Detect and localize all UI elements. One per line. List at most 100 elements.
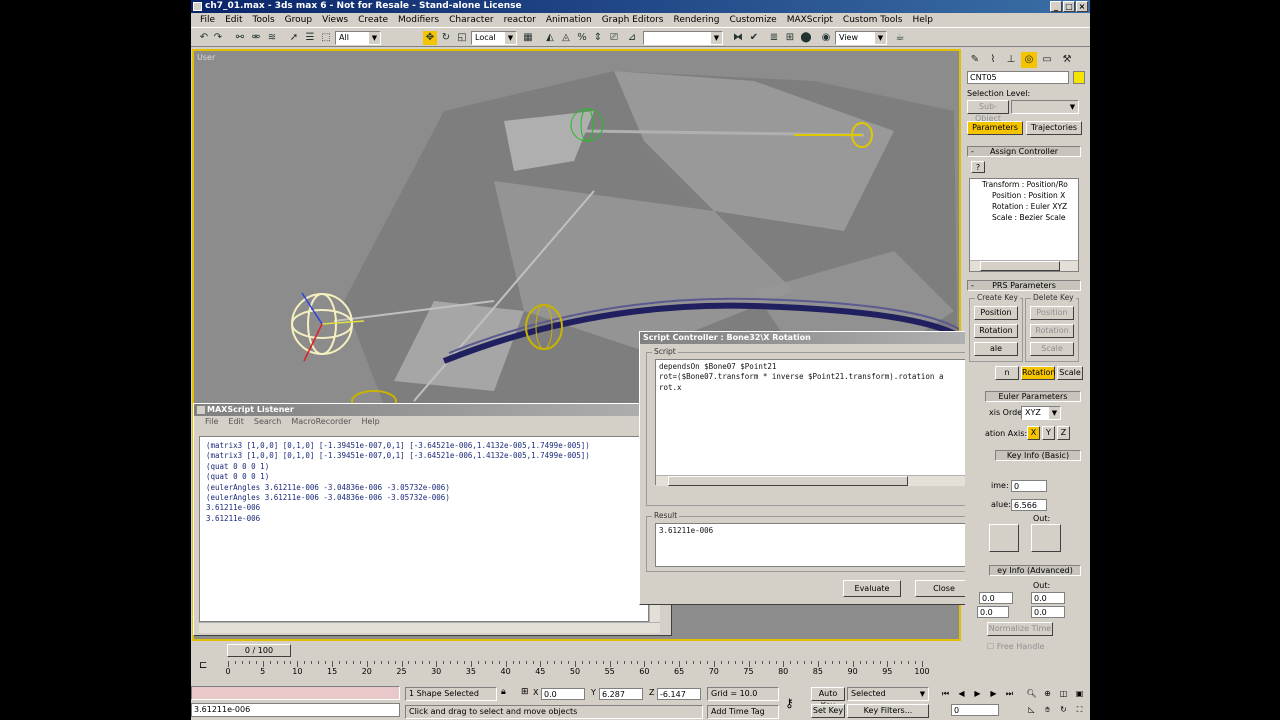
y-coordinate-field[interactable]: 6.287 [599, 688, 643, 700]
adv-in-field-2[interactable]: 0.0 [977, 606, 1009, 618]
subobject-button[interactable]: Sub-Object [967, 100, 1009, 123]
render-type-dropdown[interactable]: View ▼ [835, 31, 887, 45]
dialog-title-bar[interactable]: Script Controller : Bone32\X Rotation [640, 332, 991, 344]
delete-scale-key-button[interactable]: Scale [1030, 342, 1074, 356]
utilities-tab-icon[interactable]: ⚒ [1059, 52, 1075, 68]
reference-coord-dropdown[interactable]: Local ▼ [471, 31, 517, 45]
value-field[interactable]: 6.566 [1011, 499, 1047, 511]
delete-rotation-key-button[interactable]: Rotation [1030, 324, 1074, 338]
result-field[interactable]: 3.61211e-006 [655, 523, 977, 567]
z-coordinate-field[interactable]: -6.147 [657, 688, 701, 700]
named-selection-dropdown[interactable]: ▼ [643, 31, 723, 45]
menu-views[interactable]: Views [317, 13, 353, 27]
hierarchy-tab-icon[interactable]: ⊥ [1003, 52, 1019, 68]
maxscript-mini-listener[interactable] [191, 686, 400, 700]
tree-item-position[interactable]: Position : Position X [970, 190, 1078, 201]
zoom-icon[interactable]: 🔍︎ [1025, 687, 1038, 700]
menu-modifiers[interactable]: Modifiers [393, 13, 444, 27]
zoom-all-icon[interactable]: ⊕ [1041, 687, 1054, 700]
trajectories-button[interactable]: Trajectories [1026, 121, 1082, 135]
key-info-advanced-rollout[interactable]: ey Info (Advanced) [989, 565, 1081, 576]
pivot-icon[interactable]: ▦ [521, 31, 535, 45]
menu-rendering[interactable]: Rendering [669, 13, 725, 27]
redo-icon[interactable]: ↷ [211, 31, 225, 45]
unlink-icon[interactable]: ⚮ [249, 31, 263, 45]
tree-hscroll-thumb[interactable] [980, 261, 1060, 271]
scale-icon[interactable]: ◱ [455, 31, 469, 45]
key-filters-button[interactable]: Key Filters... [847, 704, 929, 718]
snap-icon[interactable]: ◭ [543, 31, 557, 45]
evaluate-button[interactable]: Evaluate [843, 580, 901, 597]
maxscript-result-field[interactable]: 3.61211e-006 [191, 703, 400, 717]
maximize-button[interactable]: □ [1063, 1, 1075, 12]
auto-key-button[interactable]: Auto Key [811, 687, 845, 710]
object-name-field[interactable]: CNT05 [967, 71, 1069, 84]
next-frame-icon[interactable]: ▶ [987, 687, 1000, 700]
create-scale-key-button[interactable]: ale [974, 342, 1018, 356]
curve-editor-icon[interactable]: ≣ [767, 31, 781, 45]
menu-maxscript[interactable]: MAXScript [782, 13, 838, 27]
key-mode-icon[interactable]: ⚷ [785, 696, 794, 710]
go-to-start-icon[interactable]: ⏮ [939, 687, 952, 700]
field-of-view-icon[interactable]: ◺ [1025, 703, 1038, 716]
named-selection-icon[interactable]: ⎚ [607, 31, 621, 45]
align-icon[interactable]: ✔ [747, 31, 761, 45]
assign-controller-icon[interactable]: ? [971, 161, 985, 173]
link-icon[interactable]: ⚯ [233, 31, 247, 45]
menu-file[interactable]: File [195, 13, 220, 27]
render-scene-icon[interactable]: ◉ [819, 31, 833, 45]
motion-tab-icon[interactable]: ◎ [1021, 52, 1037, 68]
delete-position-key-button[interactable]: Position [1030, 306, 1074, 320]
region-select-icon[interactable]: ⬚ [319, 31, 333, 45]
display-tab-icon[interactable]: ▭ [1039, 52, 1055, 68]
pan-icon[interactable]: ✋︎ [1041, 703, 1054, 716]
menu-edit[interactable]: Edit [220, 13, 247, 27]
x-coordinate-field[interactable]: 0.0 [541, 688, 585, 700]
track-bar[interactable]: ⊏ 0 5 10 15 20 25 30 35 40 45 50 55 60 65 70 75 80 85 90 95… [191, 658, 963, 682]
assign-controller-rollout[interactable]: - Assign Controller [967, 146, 1081, 157]
euler-parameters-rollout[interactable]: Euler Parameters [985, 391, 1081, 402]
free-handle-checkbox[interactable]: ☐ Free Handle [987, 642, 1044, 651]
script-hscroll[interactable] [656, 475, 967, 486]
quick-render-icon[interactable]: ☕ [893, 31, 907, 45]
axis-order-dropdown[interactable]: XYZ ▼ [1021, 406, 1061, 420]
object-color-swatch[interactable] [1073, 71, 1085, 84]
select-by-name-icon[interactable]: ☰ [303, 31, 317, 45]
menu-help[interactable]: Help [907, 13, 938, 27]
time-slider[interactable]: 0 / 100 [227, 644, 291, 657]
script-editor[interactable]: dependsOn $Bone07 $Point21 rot=($Bone07.t… [655, 359, 977, 485]
prs-parameters-rollout[interactable]: - PRS Parameters [967, 280, 1081, 291]
adv-in-field-1[interactable]: 0.0 [979, 592, 1013, 604]
menu-customize[interactable]: Customize [724, 13, 781, 27]
edit-named-selection-icon[interactable]: ⊿ [625, 31, 639, 45]
percent-snap-icon[interactable]: % [575, 31, 589, 45]
tree-item-transform[interactable]: Transform : Position/Ro [970, 179, 1078, 190]
axis-z-button[interactable]: Z [1057, 426, 1070, 440]
modify-tab-icon[interactable]: ⌇ [985, 52, 1001, 68]
play-icon[interactable]: ▶ [971, 687, 984, 700]
material-editor-icon[interactable]: ⬤ [799, 31, 813, 45]
listener-output[interactable]: (matrix3 [1,0,0] [0,1,0] [-1.39451e-007,… [199, 436, 649, 622]
create-rotation-key-button[interactable]: Rotation [974, 324, 1018, 338]
listener-hscroll[interactable] [199, 622, 660, 633]
zoom-extents-icon[interactable]: ◫ [1057, 687, 1070, 700]
rotate-icon[interactable]: ↻ [439, 31, 453, 45]
subobject-dropdown[interactable]: ▼ [1011, 100, 1079, 114]
arc-rotate-icon[interactable]: ↻ [1057, 703, 1070, 716]
listener-menu-search[interactable]: Search [249, 416, 286, 428]
go-to-end-icon[interactable]: ⏭ [1003, 687, 1016, 700]
tree-hscroll[interactable] [970, 260, 1078, 271]
menu-animation[interactable]: Animation [541, 13, 597, 27]
create-position-key-button[interactable]: Position [974, 306, 1018, 320]
menu-group[interactable]: Group [280, 13, 317, 27]
menu-tools[interactable]: Tools [248, 13, 280, 27]
key-info-basic-rollout[interactable]: Key Info (Basic) [995, 450, 1081, 461]
selection-filter-dropdown[interactable]: All ▼ [335, 31, 381, 45]
adv-out-field-2[interactable]: 0.0 [1031, 606, 1065, 618]
controller-tree[interactable]: Transform : Position/Ro Position : Posit… [969, 178, 1079, 272]
select-icon[interactable]: ➚ [287, 31, 301, 45]
current-frame-field[interactable]: 0 [951, 704, 999, 716]
previous-frame-icon[interactable]: ◀ [955, 687, 968, 700]
zoom-extents-all-icon[interactable]: ▣ [1073, 687, 1086, 700]
create-tab-icon[interactable]: ✎ [967, 52, 983, 68]
